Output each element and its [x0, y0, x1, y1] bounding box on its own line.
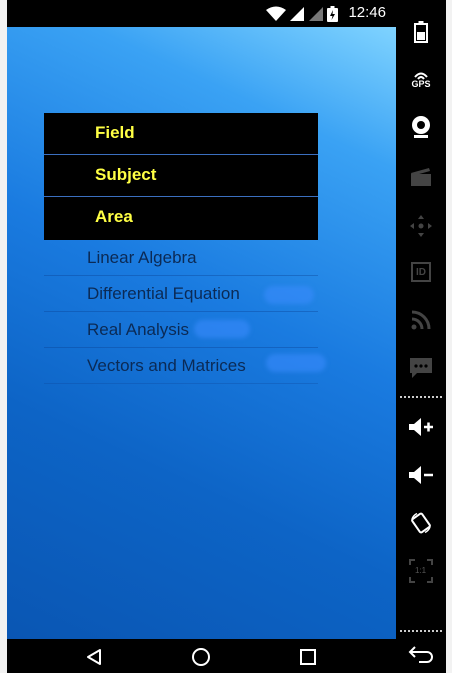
nav-recents-button[interactable]: [298, 647, 318, 667]
window-right-edge: [446, 0, 452, 673]
id-label: ID: [416, 266, 426, 278]
highlight-smudge: [266, 354, 326, 372]
home-circle-icon: [192, 648, 210, 666]
list-item[interactable]: Real Analysis: [44, 312, 318, 348]
list-item-label: Real Analysis: [87, 320, 190, 339]
id-button[interactable]: ID: [396, 252, 446, 292]
gps-icon: GPS: [411, 70, 431, 89]
volume-down-icon: [409, 466, 433, 484]
recents-square-icon: [300, 649, 316, 665]
gps-button[interactable]: GPS: [396, 59, 446, 99]
list-item-label: Linear Algebra: [87, 248, 197, 267]
no-signal-icon: [309, 7, 323, 21]
dpad-button[interactable]: [396, 206, 446, 246]
app-content: Field Subject Area Linear Algebra Differ…: [7, 27, 396, 639]
camera-icon: [412, 116, 430, 138]
nav-home-button[interactable]: [191, 647, 211, 667]
gps-label: GPS: [411, 78, 431, 89]
battery-button[interactable]: [396, 12, 446, 52]
sms-button[interactable]: [396, 348, 446, 388]
nav-back-button[interactable]: [84, 647, 104, 667]
list-item-label: Vectors and Matrices: [87, 356, 246, 375]
navigation-bar: [7, 639, 396, 673]
toolbar-divider: [400, 630, 442, 632]
sms-icon: [410, 358, 432, 378]
pixel-ratio-icon: 1:1: [409, 559, 433, 583]
battery-icon: [414, 21, 428, 43]
volume-down-button[interactable]: [396, 455, 446, 495]
media-icon: [411, 168, 431, 186]
window-left-edge: [0, 0, 7, 673]
volume-up-button[interactable]: [396, 407, 446, 447]
rss-icon: [411, 310, 431, 330]
id-icon: ID: [411, 262, 431, 282]
rotate-icon: [411, 512, 431, 534]
menu-item-field[interactable]: Field: [44, 113, 318, 155]
emulator-toolbar: GPS ID 1:1: [396, 0, 446, 673]
list-item[interactable]: Linear Algebra: [44, 240, 318, 276]
back-arrow-icon: [408, 646, 433, 663]
pixel-ratio-button[interactable]: 1:1: [396, 551, 446, 591]
list-item[interactable]: Vectors and Matrices: [44, 348, 326, 384]
status-time: 12:46: [348, 4, 386, 21]
list-item-label: Differential Equation: [87, 284, 240, 303]
back-triangle-icon: [87, 649, 101, 665]
menu-item-label: Field: [95, 123, 135, 142]
menu-item-label: Area: [95, 207, 133, 226]
device-screen: 12:46 Field Subject Area Linear Algebra …: [7, 0, 396, 673]
wifi-icon: [266, 6, 286, 21]
list-item[interactable]: Differential Equation: [44, 276, 318, 312]
highlight-smudge: [194, 320, 250, 338]
signal-icon: [290, 7, 304, 21]
status-icons: [266, 6, 338, 22]
camera-button[interactable]: [396, 107, 446, 147]
status-bar: 12:46: [7, 0, 396, 27]
dropdown-menu: Field Subject Area: [44, 113, 318, 240]
back-button[interactable]: [396, 634, 446, 674]
pixel-ratio-label: 1:1: [415, 566, 427, 575]
menu-item-subject[interactable]: Subject: [44, 155, 318, 197]
menu-item-area[interactable]: Area: [44, 197, 318, 240]
rotate-button[interactable]: [396, 503, 446, 543]
battery-status-icon: [327, 6, 338, 22]
media-button[interactable]: [396, 157, 446, 197]
dpad-icon: [410, 215, 432, 237]
volume-up-icon: [409, 418, 433, 436]
toolbar-divider: [400, 396, 442, 398]
subject-list: Linear Algebra Differential Equation Rea…: [44, 240, 326, 384]
menu-item-label: Subject: [95, 165, 157, 184]
highlight-smudge: [264, 286, 314, 304]
rss-button[interactable]: [396, 300, 446, 340]
